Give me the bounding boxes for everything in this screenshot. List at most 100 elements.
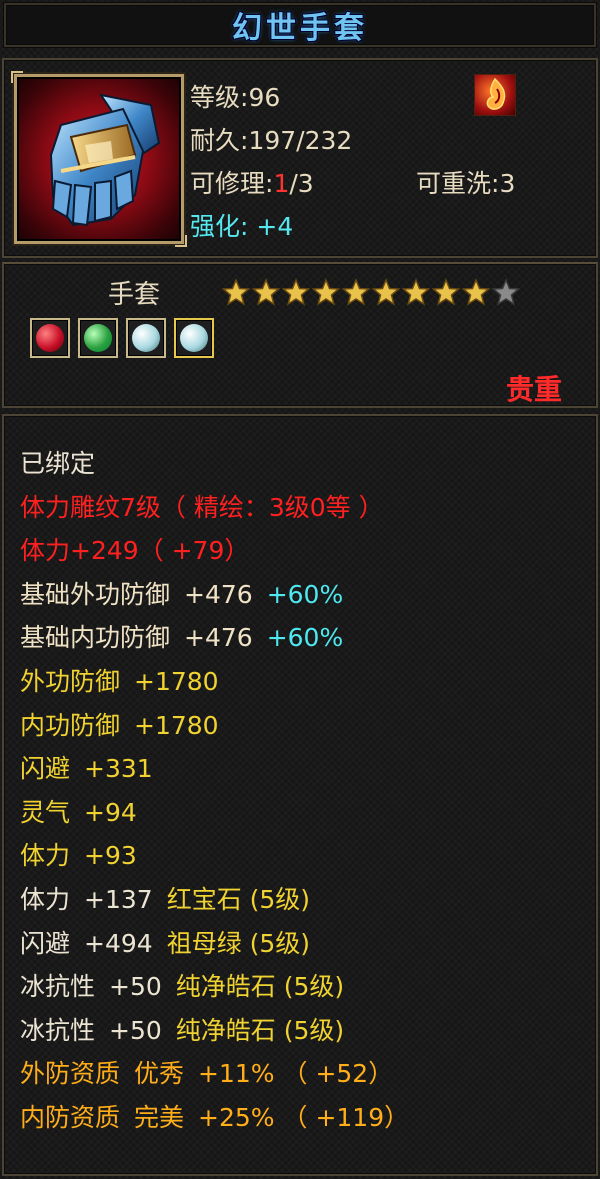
attribute-value: +476 (184, 623, 253, 653)
attribute-extra: 纯净皓石 (5级) (175, 1015, 345, 1045)
attribute-row: 体力 +137 红宝石 (5级) (20, 878, 590, 922)
enhance-value: +4 (256, 212, 294, 241)
flame-badge-icon (474, 74, 516, 116)
gem-slot-4[interactable] (174, 318, 214, 358)
star-filled-icon (252, 278, 280, 306)
attribute-row: 冰抗性 +50 纯净皓石 (5级) (20, 1009, 590, 1053)
title-bar: 幻世手套 (4, 3, 596, 47)
level-row: 等级:96 (190, 76, 596, 119)
repair-total: /3 (289, 169, 314, 198)
durability-label: 耐久: (190, 126, 249, 155)
attribute-row: 冰抗性 +50 纯净皓石 (5级) (20, 965, 590, 1009)
attribute-name: 体力 (20, 841, 71, 871)
attribute-value: 完美 (134, 1102, 185, 1132)
attribute-name: 外功防御 (20, 666, 121, 696)
attribute-value: +93 (84, 841, 137, 871)
attribute-value: +1780 (134, 710, 219, 740)
star-filled-icon (342, 278, 370, 306)
item-type-panel: 手套 贵重 (2, 262, 598, 408)
item-icon (11, 71, 187, 247)
attribute-row: 外防资质 优秀 +11% （ +52） (20, 1052, 590, 1096)
level-label: 等级: (190, 83, 249, 112)
durability-value: 197/232 (248, 126, 353, 155)
star-filled-icon (462, 278, 490, 306)
gem-slots (30, 318, 214, 358)
star-filled-icon (402, 278, 430, 306)
gem-slot-1[interactable] (30, 318, 70, 358)
attribute-value: +331 (84, 754, 153, 784)
attribute-extra: +25% （ +119） (198, 1102, 410, 1132)
attribute-row: 体力+249（ +79） (20, 529, 590, 573)
attribute-name: 体力 (20, 884, 71, 914)
attribute-name: 闪避 (20, 928, 71, 958)
attribute-row: 闪避 +331 (20, 747, 590, 791)
attribute-row: 体力雕纹7级（ 精绘：3级0等 ） (20, 486, 590, 530)
white-gem-icon (132, 324, 160, 352)
gauntlet-icon (49, 93, 161, 227)
attributes-panel: 已绑定 体力雕纹7级（ 精绘：3级0等 ） 体力+249（ +79） 基础外功防御 +… (2, 414, 598, 1176)
attribute-value: 优秀 (134, 1059, 185, 1089)
star-filled-icon (222, 278, 250, 306)
attribute-value: +494 (84, 928, 153, 958)
reforge-count: 可重洗:3 (416, 162, 515, 205)
star-rating (222, 278, 520, 306)
enhance-row: 强化: +4 (190, 205, 596, 248)
attribute-value: +476 (184, 579, 253, 609)
attribute-extra: +60% (266, 579, 344, 609)
attribute-name: 灵气 (20, 797, 71, 827)
attribute-row: 基础内功防御 +476 +60% (20, 616, 590, 660)
attribute-name: 外防资质 (20, 1059, 121, 1089)
attribute-value: +94 (84, 797, 137, 827)
rarity-label: 贵重 (505, 373, 562, 406)
item-type: 手套 (108, 280, 161, 310)
attribute-row: 闪避 +494 祖母绿 (5级) (20, 922, 590, 966)
attribute-row: 内功防御 +1780 (20, 704, 590, 748)
attribute-value: +137 (84, 884, 153, 914)
attribute-row: 灵气 +94 (20, 791, 590, 835)
reforge-value: 3 (499, 169, 516, 198)
attribute-row: 外功防御 +1780 (20, 660, 590, 704)
star-filled-icon (372, 278, 400, 306)
attribute-extra: 祖母绿 (5级) (166, 928, 311, 958)
attribute-value: +50 (109, 972, 162, 1002)
attribute-value: +50 (109, 1015, 162, 1045)
attribute-name: 闪避 (20, 754, 71, 784)
attribute-extra: +60% (266, 623, 344, 653)
repair-row: 可修理:1/3 可重洗:3 (190, 162, 596, 205)
star-filled-icon (432, 278, 460, 306)
star-empty-icon (492, 278, 520, 306)
attribute-extra: 红宝石 (5级) (166, 884, 311, 914)
red-gem-icon (36, 324, 64, 352)
enhance-label: 强化: (190, 212, 249, 241)
attribute-name: 冰抗性 (20, 972, 96, 1002)
attribute-value: +1780 (134, 666, 219, 696)
attribute-row: 基础外功防御 +476 +60% (20, 573, 590, 617)
durability-row: 耐久:197/232 (190, 119, 596, 162)
repair-label: 可修理: (190, 169, 274, 198)
attribute-name: 体力雕纹7级（ 精绘：3级0等 ） (20, 492, 384, 522)
attribute-extra: 纯净皓石 (5级) (175, 972, 345, 1002)
repair-used: 1 (273, 169, 290, 198)
star-filled-icon (312, 278, 340, 306)
item-summary-panel: 等级:96 耐久:197/232 可修理:1/3 可重洗:3 强化: +4 (2, 58, 598, 258)
reforge-label: 可重洗: (416, 169, 500, 198)
white-gem-icon (180, 324, 208, 352)
item-title: 幻世手套 (232, 11, 368, 46)
attribute-row: 内防资质 完美 +25% （ +119） (20, 1096, 590, 1140)
green-gem-icon (84, 324, 112, 352)
attribute-name: 内功防御 (20, 710, 121, 740)
attribute-row: 体力 +93 (20, 834, 590, 878)
bound-status: 已绑定 (20, 449, 96, 478)
attribute-name: 冰抗性 (20, 1015, 96, 1045)
attribute-name: 基础内功防御 (20, 623, 171, 653)
attribute-extra: +11% （ +52） (198, 1059, 394, 1089)
attribute-name: 基础外功防御 (20, 579, 171, 609)
gem-slot-3[interactable] (126, 318, 166, 358)
attribute-list: 已绑定 体力雕纹7级（ 精绘：3级0等 ） 体力+249（ +79） 基础外功防御 +… (20, 442, 590, 1140)
star-filled-icon (282, 278, 310, 306)
attribute-name: 体力+249（ +79） (20, 536, 250, 566)
item-stats: 等级:96 耐久:197/232 可修理:1/3 可重洗:3 强化: +4 (190, 76, 596, 248)
level-value: 96 (248, 83, 281, 112)
item-tooltip: 幻世手套 等级:96 耐久:197/232 可修理:1/3 可重洗:3 强化: … (0, 0, 600, 1179)
gem-slot-2[interactable] (78, 318, 118, 358)
